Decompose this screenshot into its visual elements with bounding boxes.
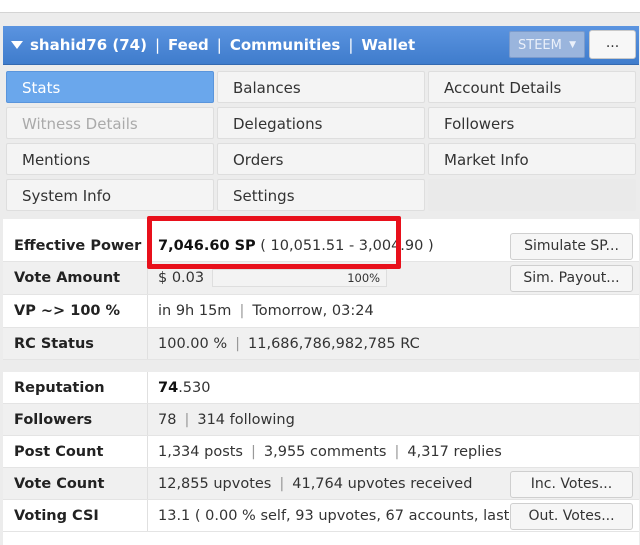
tab-market-info[interactable]: Market Info bbox=[428, 143, 636, 175]
row-reputation: Reputation 74.530 bbox=[3, 372, 639, 404]
chain-select-value: STEEM bbox=[518, 38, 562, 53]
more-menu-button[interactable]: ... bbox=[589, 30, 636, 59]
row-vote-amount: Vote Amount $ 0.03 100% Sim. Payout... bbox=[3, 262, 639, 295]
vp-when: Tomorrow, 03:24 bbox=[252, 303, 374, 319]
vote-count-value-cell: 12,855 upvotes | 41,764 upvotes received bbox=[147, 468, 472, 499]
section-tabs: Stats Balances Account Details Witness D… bbox=[3, 65, 639, 213]
tab-empty-slot bbox=[428, 179, 636, 211]
rc-label: RC Status bbox=[14, 335, 94, 352]
row-voting-power: VP ~> 100 % in 9h 15m | Tomorrow, 03:24 bbox=[3, 295, 639, 328]
value-separator: | bbox=[279, 475, 285, 492]
row-vote-count: Vote Count 12,855 upvotes | 41,764 upvotes… bbox=[3, 468, 639, 500]
tab-witness-details: Witness Details bbox=[6, 107, 214, 139]
account-name-link[interactable]: shahid76 (74) bbox=[30, 36, 147, 54]
vote-amount-value: $ 0.03 bbox=[158, 270, 205, 286]
reputation-label: Reputation bbox=[14, 379, 105, 396]
rc-percent: 100.00 % bbox=[158, 335, 228, 352]
chevron-down-icon: ▼ bbox=[569, 40, 576, 50]
vote-weight-slider[interactable]: 100% bbox=[212, 269, 388, 287]
value-separator: | bbox=[251, 443, 256, 460]
followers-value-cell: 78 | 314 following bbox=[147, 404, 295, 435]
tab-orders[interactable]: Orders bbox=[217, 143, 425, 175]
effective-power-label: Effective Power bbox=[14, 237, 142, 254]
tab-delegations[interactable]: Delegations bbox=[217, 107, 425, 139]
nav-communities[interactable]: Communities bbox=[230, 36, 341, 54]
vp-time: in 9h 15m bbox=[158, 303, 232, 319]
value-separator: | bbox=[239, 303, 245, 319]
nav-separator: | bbox=[154, 36, 161, 54]
nav-separator: | bbox=[348, 36, 354, 54]
row-followers: Followers 78 | 314 following bbox=[3, 404, 639, 436]
reputation-fraction: .530 bbox=[178, 379, 211, 396]
rc-value-cell: 100.00 % | 11,686,786,982,785 RC bbox=[147, 328, 420, 359]
vote-count-label: Vote Count bbox=[14, 475, 105, 492]
section-divider bbox=[3, 360, 639, 372]
effective-power-value: 7,046.60 SP bbox=[158, 237, 256, 254]
vote-amount-label: Vote Amount bbox=[14, 270, 121, 286]
tab-system-info[interactable]: System Info bbox=[6, 179, 214, 211]
effective-power-detail: ( 10,051.51 - 3,004.90 ) bbox=[260, 237, 434, 254]
vote-weight-percent: 100% bbox=[347, 271, 381, 285]
collapse-triangle-icon[interactable] bbox=[11, 40, 23, 49]
steemworld-panel: shahid76 (74) | Feed | Communities | Wallet ST… bbox=[3, 26, 639, 545]
value-separator: | bbox=[394, 443, 400, 460]
incoming-votes-button[interactable]: Inc. Votes... bbox=[510, 471, 633, 498]
header-nav: shahid76 (74) | Feed | Communities | Wallet bbox=[11, 26, 415, 64]
section-divider bbox=[3, 213, 639, 230]
rc-amount: 11,686,786,982,785 RC bbox=[248, 335, 420, 352]
outgoing-votes-button[interactable]: Out. Votes... bbox=[510, 503, 633, 530]
tab-account-details[interactable]: Account Details bbox=[428, 71, 636, 103]
tab-stats[interactable]: Stats bbox=[6, 71, 214, 103]
posts-count: 1,334 posts bbox=[158, 443, 243, 460]
value-separator: | bbox=[235, 335, 241, 352]
nav-separator: | bbox=[216, 36, 222, 54]
vote-amount-value-cell: $ 0.03 100% bbox=[147, 262, 388, 294]
tab-settings[interactable]: Settings bbox=[217, 179, 425, 211]
following-count: 314 following bbox=[197, 411, 295, 428]
tab-followers[interactable]: Followers bbox=[428, 107, 636, 139]
simulate-sp-button[interactable]: Simulate SP... bbox=[510, 233, 633, 260]
replies-count: 4,317 replies bbox=[407, 443, 502, 460]
previous-panel-edge bbox=[0, 0, 640, 13]
vp-label: VP ~> 100 % bbox=[14, 303, 121, 319]
value-separator: | bbox=[184, 411, 190, 428]
upvotes-count: 12,855 upvotes bbox=[158, 475, 272, 492]
sim-payout-button[interactable]: Sim. Payout... bbox=[510, 265, 633, 292]
followers-label: Followers bbox=[14, 411, 93, 428]
post-count-label: Post Count bbox=[14, 443, 104, 460]
effective-power-value-cell: 7,046.60 SP ( 10,051.51 - 3,004.90 ) bbox=[147, 230, 434, 261]
chain-select[interactable]: STEEM ▼ bbox=[509, 31, 585, 58]
account-header: shahid76 (74) | Feed | Communities | Wallet ST… bbox=[3, 26, 639, 65]
nav-wallet[interactable]: Wallet bbox=[361, 36, 415, 54]
comments-count: 3,955 comments bbox=[263, 443, 387, 460]
tab-mentions[interactable]: Mentions bbox=[6, 143, 214, 175]
post-count-value-cell: 1,334 posts | 3,955 comments | 4,317 replies bbox=[147, 436, 502, 467]
row-post-count: Post Count 1,334 posts | 3,955 comments | 4,… bbox=[3, 436, 639, 468]
upvotes-received: 41,764 upvotes received bbox=[292, 475, 473, 492]
row-voting-csi: Voting CSI 13.1 ( 0.00 % self, 93 upvote… bbox=[3, 500, 639, 532]
reputation-value-cell: 74.530 bbox=[147, 372, 210, 403]
vp-value-cell: in 9h 15m | Tomorrow, 03:24 bbox=[147, 295, 374, 327]
tab-balances[interactable]: Balances bbox=[217, 71, 425, 103]
voting-csi-label: Voting CSI bbox=[14, 507, 99, 524]
followers-count: 78 bbox=[158, 411, 177, 428]
reputation-whole: 74 bbox=[158, 379, 179, 396]
voting-csi-value-cell: 13.1 ( 0.00 % self, 93 upvotes, 67 accou… bbox=[147, 500, 543, 531]
row-rc-status: RC Status 100.00 % | 11,686,786,982,785 RC bbox=[3, 328, 639, 360]
row-effective-power: Effective Power 7,046.60 SP ( 10,051.51 … bbox=[3, 230, 639, 262]
nav-feed[interactable]: Feed bbox=[168, 36, 209, 54]
voting-csi-value: 13.1 ( 0.00 % self, 93 upvotes, 67 accou… bbox=[158, 507, 543, 524]
